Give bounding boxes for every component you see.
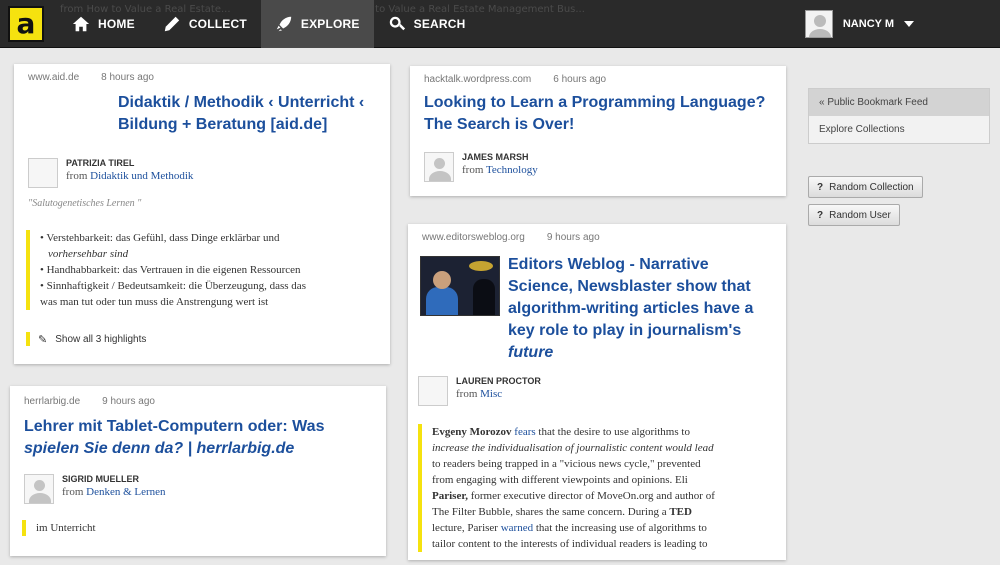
bookmark-card-editorsweblog: www.editorsweblog.org 9 hours ago Editors… xyxy=(408,224,786,560)
highlight-item-cont: vorhersehbar sind xyxy=(48,248,129,260)
rocket-icon xyxy=(276,16,292,32)
card-title[interactable]: Looking to Learn a Programming Language?… xyxy=(424,92,765,136)
sidebar-nav: « Public Bookmark Feed Explore Collectio… xyxy=(808,88,990,144)
highlight-bar xyxy=(26,332,30,346)
pen-icon: ✎ xyxy=(38,333,48,346)
from-label: from xyxy=(462,164,484,176)
nav-search-label: Search xyxy=(413,17,466,31)
article-link-fears[interactable]: fears xyxy=(514,426,535,438)
collection-link[interactable]: Didaktik und Methodik xyxy=(90,170,193,182)
top-navigation-bar: from How to Value a Real Estate... from … xyxy=(0,0,1000,48)
nav-search[interactable]: Search xyxy=(374,0,480,48)
chevron-down-icon xyxy=(904,21,914,27)
author-avatar[interactable] xyxy=(24,474,54,504)
home-icon xyxy=(72,16,90,32)
nav-collect[interactable]: Collect xyxy=(149,0,261,48)
author-name[interactable]: LAUREN PROCTOR xyxy=(456,376,541,386)
card-quote: "Salutogenetisches Lernen " xyxy=(28,198,142,209)
card-meta: herrlarbig.de 9 hours ago xyxy=(24,396,155,407)
card-domain[interactable]: herrlarbig.de xyxy=(24,396,80,407)
card-byline: PATRIZIA TIREL from Didaktik und Methodi… xyxy=(28,158,193,188)
article-excerpt: Evgeny Morozov fears that the desire to … xyxy=(418,424,778,552)
card-byline: JAMES MARSH from Technology xyxy=(424,152,538,182)
card-byline: LAUREN PROCTOR from Misc xyxy=(418,376,541,406)
card-time: 9 hours ago xyxy=(102,396,155,407)
highlight-item: Verstehbarkeit: das Gefühl, dass Dinge e… xyxy=(40,230,376,246)
collection-link[interactable]: Technology xyxy=(486,164,538,176)
card-title[interactable]: Editors Weblog - Narrative Science, News… xyxy=(508,254,753,364)
random-user-button[interactable]: ? Random User xyxy=(808,204,900,226)
card-domain[interactable]: www.aid.de xyxy=(28,72,79,83)
article-link-warned[interactable]: warned xyxy=(501,522,533,534)
nav-explore-label: Explore xyxy=(300,17,360,31)
nav-home[interactable]: Home xyxy=(58,0,149,48)
card-time: 9 hours ago xyxy=(546,232,600,243)
random-collection-label: Random Collection xyxy=(829,181,914,193)
article-thumbnail[interactable] xyxy=(420,256,500,316)
nav-collect-label: Collect xyxy=(188,17,247,31)
highlight-block: Verstehbarkeit: das Gefühl, dass Dinge e… xyxy=(26,230,376,310)
highlight-item: Sinnhaftigkeit / Bedeutsamkeit: die Über… xyxy=(40,278,376,294)
show-all-highlights[interactable]: ✎ Show all 3 highlights xyxy=(26,332,146,346)
card-title[interactable]: Lehrer mit Tablet-Computern oder: Was sp… xyxy=(24,416,324,460)
collection-link[interactable]: Misc xyxy=(480,388,502,400)
from-label: from xyxy=(62,486,84,498)
card-time: 6 hours ago xyxy=(553,74,607,85)
user-menu[interactable]: NANCY M xyxy=(804,10,914,38)
question-icon: ? xyxy=(817,209,824,221)
card-meta: hacktalk.wordpress.com 6 hours ago xyxy=(424,74,606,85)
main-nav: Home Collect Explore Search xyxy=(58,0,480,48)
author-name[interactable]: JAMES MARSH xyxy=(462,152,538,162)
highlight-item: Handhabbarkeit: das Vertrauen in die eig… xyxy=(40,262,376,278)
card-domain[interactable]: www.editorsweblog.org xyxy=(422,232,525,243)
author-name[interactable]: SIGRID MUELLER xyxy=(62,474,166,484)
author-avatar[interactable] xyxy=(424,152,454,182)
nav-home-label: Home xyxy=(98,17,135,31)
highlight-item-cont: was man tut oder tun muss die Anstrengun… xyxy=(40,296,269,308)
user-name: NANCY M xyxy=(842,18,894,30)
card-time: 8 hours ago xyxy=(101,72,154,83)
sidebar-item-public-feed[interactable]: « Public Bookmark Feed xyxy=(809,89,989,116)
search-icon xyxy=(389,16,405,31)
highlight-block: im Unterricht xyxy=(22,520,96,536)
bookmark-card-hacktalk: hacktalk.wordpress.com 6 hours ago Lookin… xyxy=(410,66,786,196)
author-avatar[interactable] xyxy=(418,376,448,406)
question-icon: ? xyxy=(817,181,824,193)
card-domain[interactable]: hacktalk.wordpress.com xyxy=(424,74,531,85)
pencil-icon xyxy=(164,16,180,32)
show-all-label: Show all 3 highlights xyxy=(55,333,147,345)
random-collection-button[interactable]: ? Random Collection xyxy=(808,176,923,198)
from-label: from xyxy=(66,170,88,182)
author-name[interactable]: PATRIZIA TIREL xyxy=(66,158,193,168)
author-avatar[interactable] xyxy=(28,158,58,188)
nav-explore[interactable]: Explore xyxy=(260,0,374,48)
card-byline: SIGRID MUELLER from Denken & Lernen xyxy=(24,474,166,504)
collection-link[interactable]: Denken & Lernen xyxy=(86,486,165,498)
random-user-label: Random User xyxy=(829,209,891,221)
bookmark-card-herrlarbig: herrlarbig.de 9 hours ago Lehrer mit Tabl… xyxy=(10,386,386,556)
sidebar-item-explore-collections[interactable]: Explore Collections xyxy=(809,116,989,143)
from-label: from xyxy=(456,388,478,400)
bookmark-card-aid: www.aid.de 8 hours ago Didaktik / Methodi… xyxy=(14,64,390,364)
app-logo[interactable]: a xyxy=(8,6,44,42)
card-meta: www.editorsweblog.org 9 hours ago xyxy=(422,232,600,243)
card-title[interactable]: Didaktik / Methodik ‹ Unterricht ‹ Bildu… xyxy=(118,92,364,136)
user-avatar xyxy=(804,10,833,38)
card-meta: www.aid.de 8 hours ago xyxy=(28,72,154,83)
